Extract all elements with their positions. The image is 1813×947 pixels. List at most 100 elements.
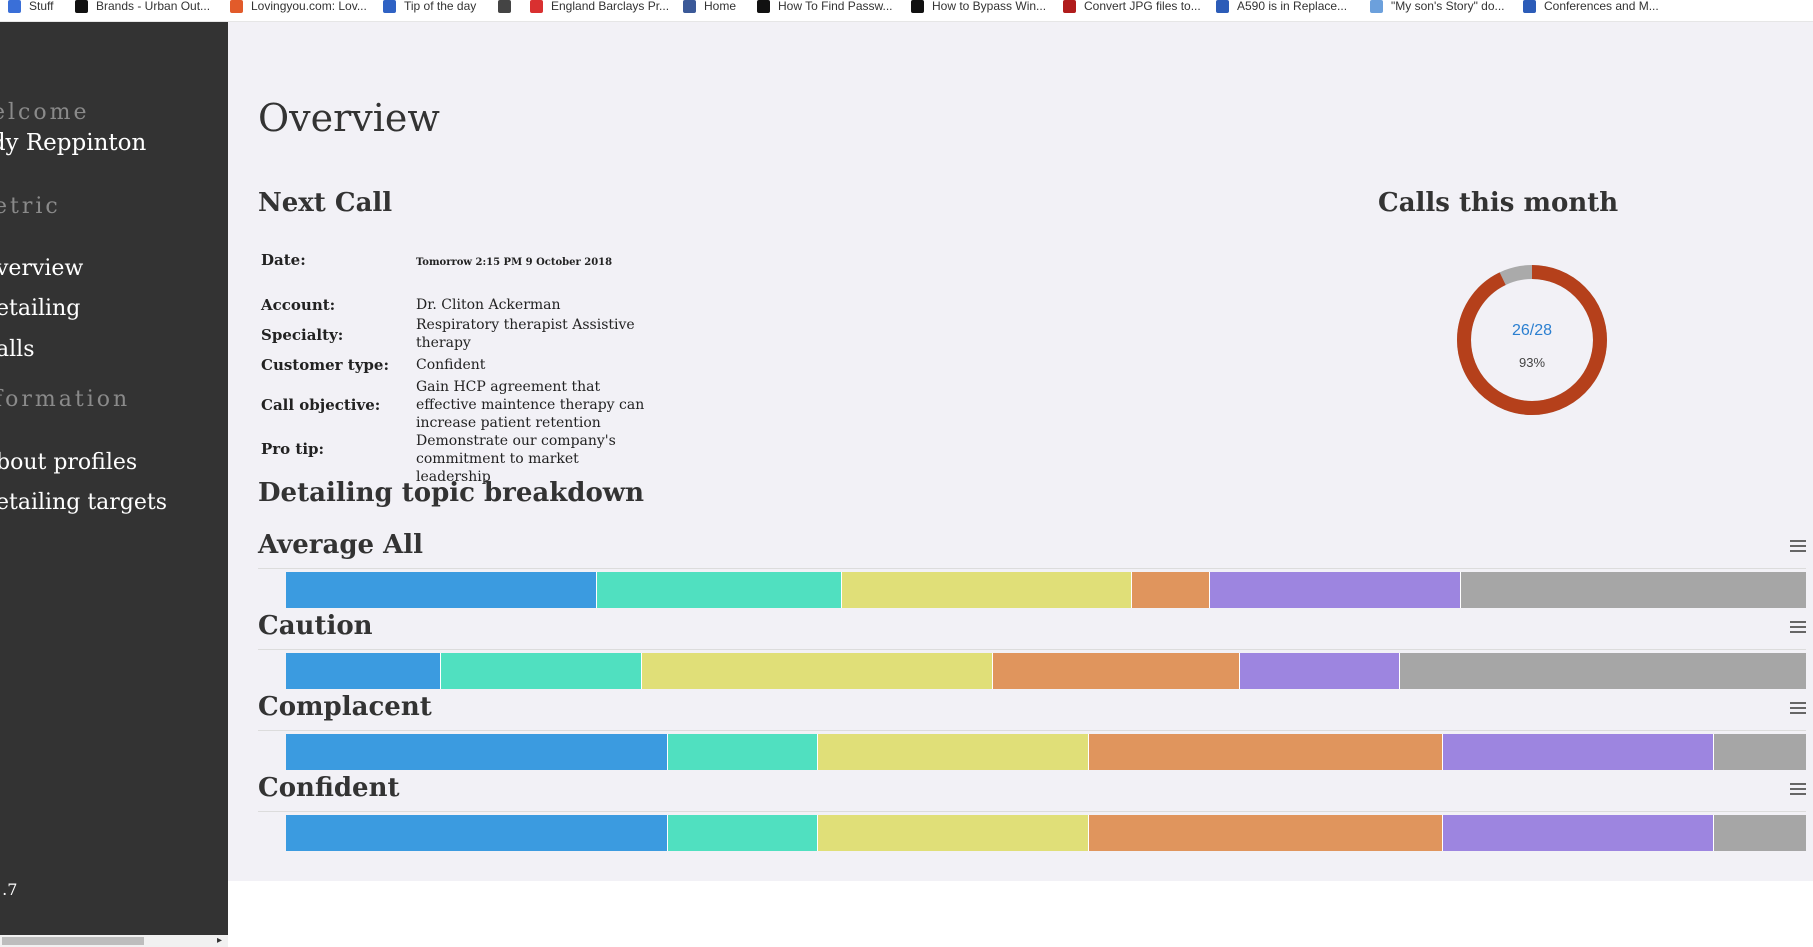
main-content: Overview Next Call Date: Tomorrow 2:15 P… [228,22,1813,881]
topic-row-title: Complacent [258,692,432,722]
sidebar-item-overview[interactable]: verview [0,256,83,281]
chart-menu-icon[interactable] [1790,621,1806,633]
bar-segment[interactable] [668,734,818,770]
calls-percent: 93% [1518,355,1546,370]
bar-segment[interactable] [597,572,842,608]
date-value: Tomorrow 2:15 PM 9 October 2018 [416,257,613,268]
date-label: Date: [261,251,306,269]
bookmark-item[interactable]: How To Find Passw... [757,0,893,16]
bar-segment[interactable] [817,815,1090,851]
bar-segment[interactable] [668,815,818,851]
bookmark-item[interactable]: Home [683,0,736,16]
arrow-logo-icon [1523,0,1536,13]
pro-tip-label: Pro tip: [261,440,325,458]
flag-icon [1216,0,1229,13]
call-objective-value: Gain HCP agreement that effective mainte… [416,379,645,431]
chart-menu-icon[interactable] [1790,540,1806,552]
customer-type-value: Confident [416,357,486,373]
bar-segment[interactable] [286,653,442,689]
bookmark-item[interactable]: Conferences and M... [1523,0,1659,16]
scrollbar-thumb[interactable] [2,937,144,945]
topic-divider [258,811,1806,812]
sidebar-item-detailing-targets[interactable]: etailing targets [0,490,167,515]
bookmark-item[interactable]: England Barclays Pr... [530,0,669,16]
topic-divider [258,649,1806,650]
customer-type-label: Customer type: [261,356,389,374]
donut-svg [1457,265,1607,415]
bar-segment[interactable] [993,653,1240,689]
bookmark-label: Convert JPG files to... [1084,0,1201,13]
bookmark-item[interactable]: Tip of the day [383,0,476,16]
bookmark-item[interactable] [498,0,519,16]
bar-segment[interactable] [286,815,669,851]
bar-segment[interactable] [1443,815,1715,851]
bar-segment[interactable] [1443,734,1715,770]
sidebar-user-name: ndy Reppinton [0,130,147,156]
bookmark-label: Home [704,0,737,13]
bar-segment[interactable] [1239,653,1401,689]
bar-segment[interactable] [1714,734,1806,770]
bookmark-item[interactable]: Lovingyou.com: Lov... [230,0,367,16]
topic-divider [258,568,1806,569]
sidebar-greeting: elcome [0,100,90,125]
bookmark-item[interactable]: Brands - Urban Out... [75,0,210,16]
bookmark-label: How To Find Passw... [778,0,893,13]
chart-menu-icon[interactable] [1790,783,1806,795]
calls-donut-chart: 26/28 93% [1452,260,1612,420]
bookmark-item[interactable]: A590 is in Replace... [1216,0,1347,16]
sidebar-item-calls[interactable]: alls [0,337,34,362]
sidebar-scrollbar[interactable]: ▸ [0,935,228,947]
bar-segment[interactable] [1714,815,1806,851]
bookmark-label: Tip of the day [404,0,477,13]
chart-menu-icon[interactable] [1790,702,1806,714]
specialty-value: Respiratory therapist Assistive therapy [416,317,635,351]
bar-segment[interactable] [1461,572,1806,608]
bookmark-item[interactable]: Stuff [8,0,53,16]
flower-icon [230,0,243,13]
calls-month-heading: Calls this month [1378,188,1619,218]
bookmark-item[interactable]: "My son's Story" do... [1370,0,1505,16]
bar-segment[interactable] [1400,653,1806,689]
bar-segment[interactable] [1089,734,1444,770]
uo-logo-icon [75,0,88,13]
topic-row-title: Caution [258,611,373,641]
bookmark-label: Stuff [29,0,54,13]
sidebar: elcome ndy Reppinton etric verview etail… [0,22,228,947]
call-objective-label: Call objective: [261,396,381,414]
sidebar-item-about-profiles[interactable]: bout profiles [0,450,137,475]
topic-stacked-bar [286,653,1806,689]
sidebar-item-detailing[interactable]: etailing [0,296,80,321]
bookmark-label: How to Bypass Win... [932,0,1047,13]
bar-segment[interactable] [841,572,1133,608]
topic-divider [258,730,1806,731]
bar-segment[interactable] [1089,815,1444,851]
bar-segment[interactable] [1209,572,1462,608]
vs-logo-icon [383,0,396,13]
scroll-right-arrow-icon[interactable]: ▸ [217,935,222,947]
bar-segment[interactable] [286,734,669,770]
swoosh-icon [530,0,543,13]
donut-done-arc [1457,265,1607,415]
bar-segment[interactable] [642,653,994,689]
account-label: Account: [261,296,336,314]
tn-logo-icon [911,0,924,13]
facebook-icon [683,0,696,13]
tn-logo-icon [757,0,770,13]
sidebar-section-information: formation [0,387,131,412]
bar-segment[interactable] [441,653,643,689]
bar-segment[interactable] [1132,572,1210,608]
bookmark-item[interactable]: Convert JPG files to... [1063,0,1201,16]
sidebar-section-metric: etric [0,194,61,219]
bookmark-label: "My son's Story" do... [1391,0,1505,13]
bar-segment[interactable] [817,734,1090,770]
bar-segment[interactable] [286,572,598,608]
account-value: Dr. Cliton Ackerman [416,297,561,313]
topic-stacked-bar [286,734,1806,770]
pdf-icon [1063,0,1076,13]
bookmark-label: Conferences and M... [1544,0,1659,13]
pencil-icon [8,0,21,13]
bookmark-label: England Barclays Pr... [551,0,670,13]
bf-logo-icon [1370,0,1383,13]
topic-row-title: Average All [258,530,424,560]
bookmark-item[interactable]: How to Bypass Win... [911,0,1046,16]
